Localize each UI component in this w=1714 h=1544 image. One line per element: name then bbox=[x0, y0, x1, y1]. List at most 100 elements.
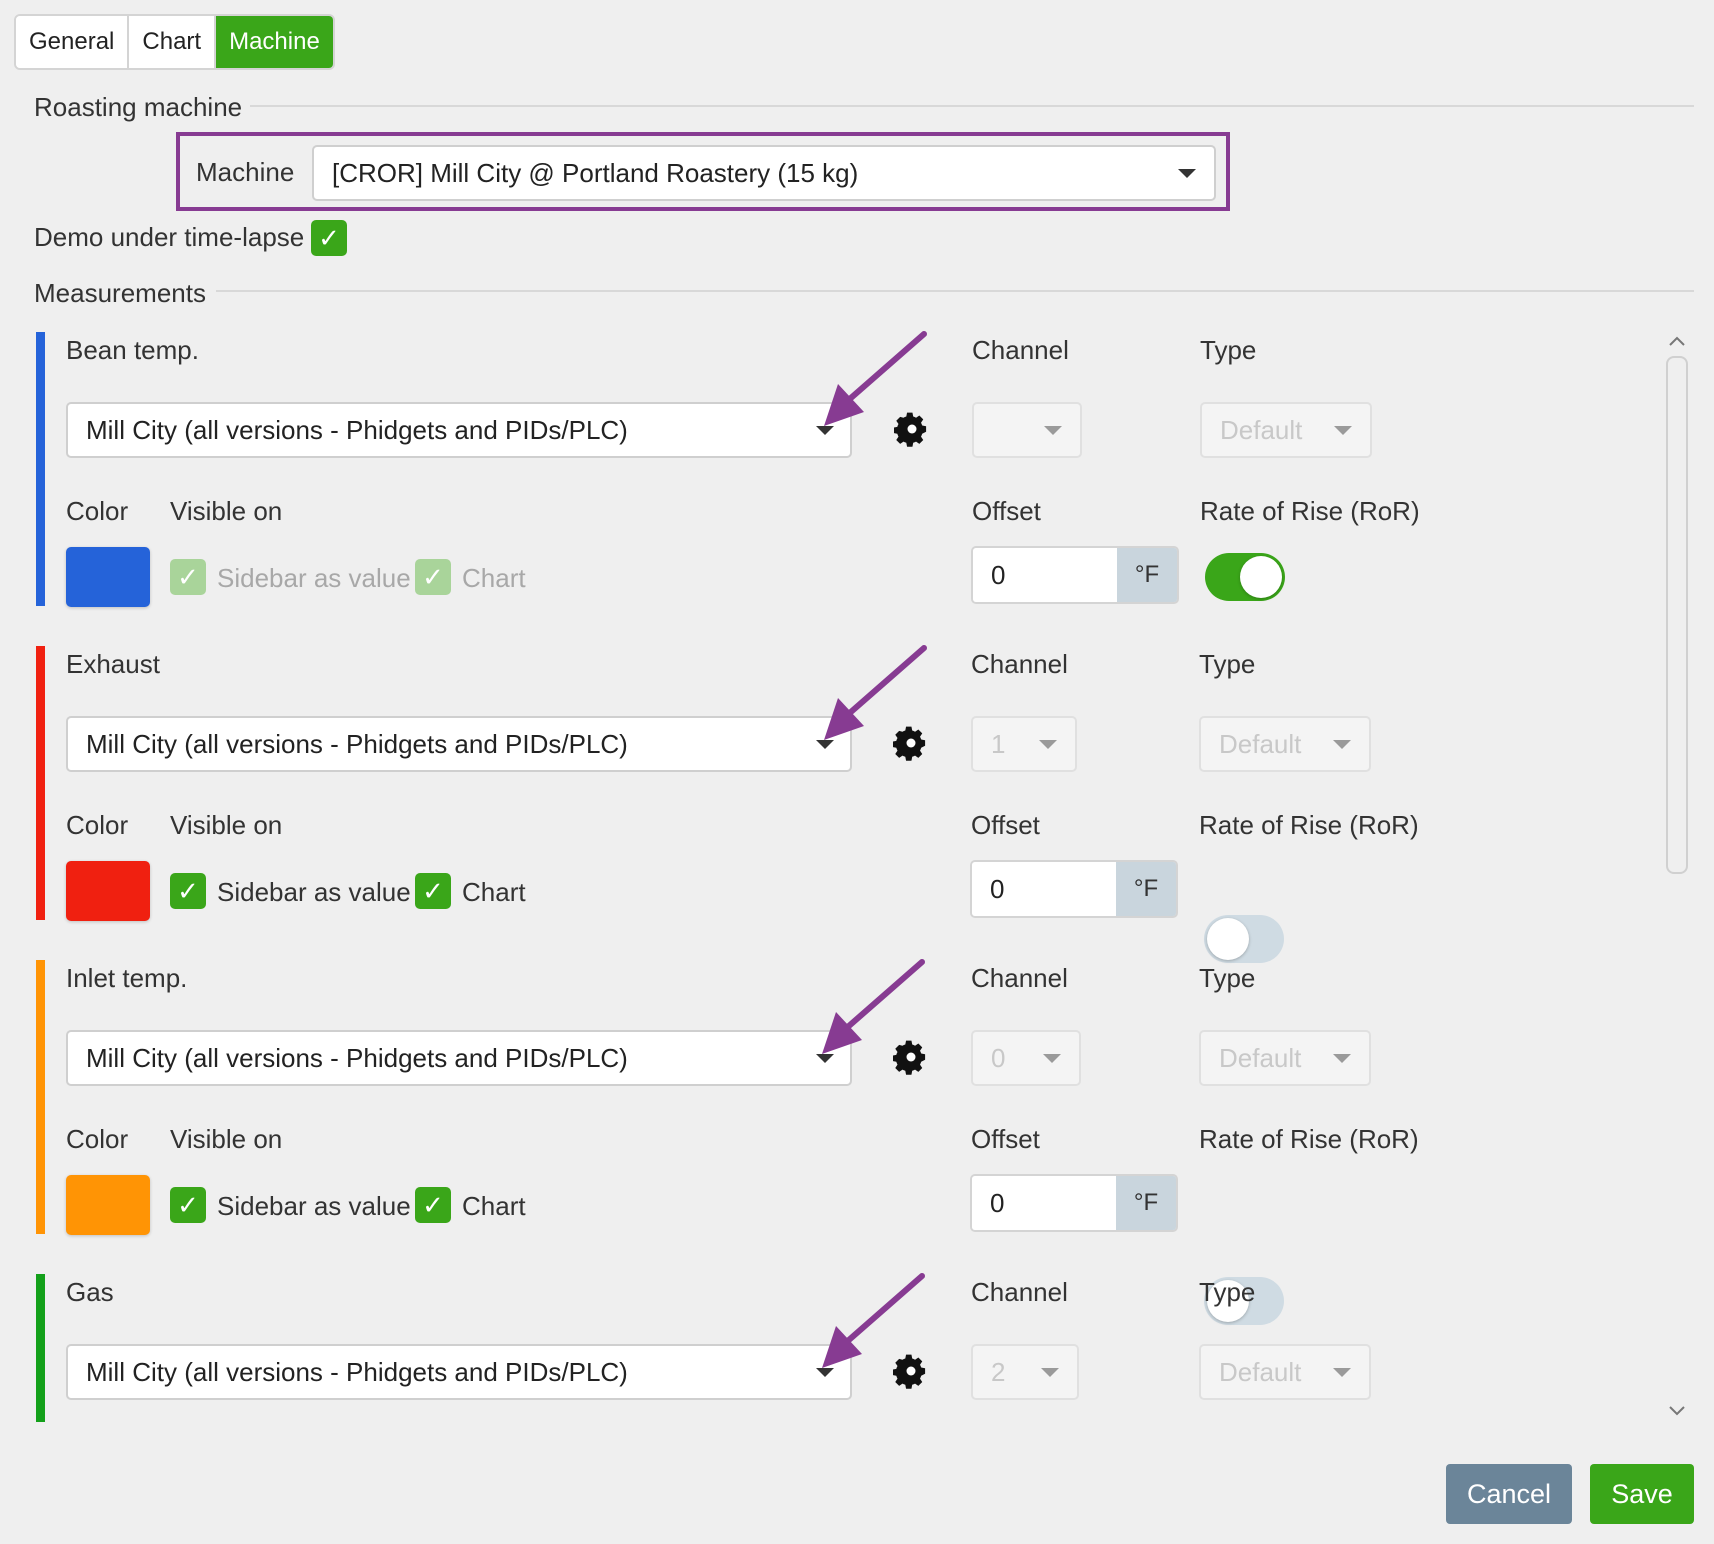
offset-input[interactable]: 0 bbox=[973, 548, 1117, 602]
gear-icon[interactable] bbox=[893, 725, 929, 761]
check-icon: ✓ bbox=[177, 876, 199, 906]
measurement-color-bar bbox=[36, 332, 45, 606]
channel-select-value: 2 bbox=[991, 1356, 1006, 1387]
tab-chart[interactable]: Chart bbox=[129, 16, 217, 68]
color-swatch[interactable] bbox=[66, 861, 150, 921]
type-label: Type bbox=[1200, 335, 1257, 365]
offset-input-group: 0 °F bbox=[970, 1174, 1178, 1232]
offset-unit: °F bbox=[1116, 1176, 1176, 1230]
channel-select[interactable]: 2 bbox=[971, 1344, 1079, 1400]
ror-toggle[interactable] bbox=[1204, 915, 1284, 963]
measurement-source-select[interactable]: Mill City (all versions - Phidgets and P… bbox=[66, 402, 852, 458]
type-select-value: Default bbox=[1219, 1042, 1302, 1073]
measurement-name: Bean temp. bbox=[66, 335, 199, 365]
offset-label: Offset bbox=[972, 496, 1041, 526]
measurement-source-value: Mill City (all versions - Phidgets and P… bbox=[86, 1356, 628, 1387]
measurement-name: Exhaust bbox=[66, 649, 160, 679]
color-label: Color bbox=[66, 810, 129, 840]
section-divider bbox=[250, 105, 1694, 107]
offset-unit: °F bbox=[1117, 548, 1177, 602]
gear-icon[interactable] bbox=[893, 1353, 929, 1389]
toggle-knob bbox=[1240, 556, 1282, 598]
toggle-knob bbox=[1207, 918, 1249, 960]
chevron-down-icon bbox=[816, 1054, 834, 1063]
visible-on-label: Visible on bbox=[170, 810, 283, 840]
section-divider bbox=[216, 290, 1694, 292]
tab-general[interactable]: General bbox=[16, 16, 130, 68]
sidebar-value-checkbox[interactable]: ✓ bbox=[170, 873, 206, 909]
demo-timelapse-checkbox[interactable]: ✓ bbox=[311, 220, 347, 256]
sidebar-value-checkbox[interactable]: ✓ bbox=[170, 559, 206, 595]
chevron-down-icon[interactable] bbox=[1668, 1404, 1686, 1418]
scrollbar-thumb[interactable] bbox=[1666, 356, 1688, 874]
measurement-source-select[interactable]: Mill City (all versions - Phidgets and P… bbox=[66, 1030, 852, 1086]
measurement-color-bar bbox=[36, 646, 45, 920]
channel-select[interactable] bbox=[972, 402, 1082, 458]
demo-timelapse-label: Demo under time-lapse bbox=[34, 222, 305, 252]
chevron-down-icon bbox=[816, 1368, 834, 1377]
chevron-down-icon bbox=[816, 740, 834, 749]
machine-label: Machine bbox=[196, 157, 295, 187]
type-select[interactable]: Default bbox=[1199, 1344, 1371, 1400]
offset-input[interactable]: 0 bbox=[972, 862, 1116, 916]
cancel-button[interactable]: Cancel bbox=[1446, 1464, 1572, 1524]
chevron-down-icon bbox=[816, 426, 834, 435]
chevron-up-icon[interactable] bbox=[1668, 334, 1686, 348]
offset-input[interactable]: 0 bbox=[972, 1176, 1116, 1230]
sidebar-value-label: Sidebar as value bbox=[217, 563, 411, 593]
channel-label: Channel bbox=[971, 1277, 1068, 1307]
chevron-down-icon bbox=[1044, 426, 1062, 435]
visible-on-label: Visible on bbox=[170, 496, 283, 526]
check-icon: ✓ bbox=[177, 1190, 199, 1220]
type-select[interactable]: Default bbox=[1199, 716, 1371, 772]
type-select[interactable]: Default bbox=[1199, 1030, 1371, 1086]
sidebar-value-label: Sidebar as value bbox=[217, 877, 411, 907]
color-label: Color bbox=[66, 496, 129, 526]
chart-label: Chart bbox=[462, 563, 526, 593]
chevron-down-icon bbox=[1333, 740, 1351, 749]
chart-label: Chart bbox=[462, 1191, 526, 1221]
save-button[interactable]: Save bbox=[1590, 1464, 1694, 1524]
chart-checkbox[interactable]: ✓ bbox=[415, 1187, 451, 1223]
offset-label: Offset bbox=[971, 1124, 1040, 1154]
type-select[interactable]: Default bbox=[1200, 402, 1372, 458]
measurement-color-bar bbox=[36, 960, 45, 1234]
type-select-value: Default bbox=[1219, 1356, 1302, 1387]
color-swatch[interactable] bbox=[66, 1175, 150, 1235]
sidebar-value-checkbox[interactable]: ✓ bbox=[170, 1187, 206, 1223]
measurement-name: Inlet temp. bbox=[66, 963, 188, 993]
check-icon: ✓ bbox=[422, 1190, 444, 1220]
channel-select[interactable]: 0 bbox=[971, 1030, 1081, 1086]
tab-machine[interactable]: Machine bbox=[216, 16, 333, 68]
gear-icon[interactable] bbox=[893, 1039, 929, 1075]
type-select-value: Default bbox=[1219, 728, 1302, 759]
measurements-section-title: Measurements bbox=[34, 278, 206, 308]
offset-input-group: 0 °F bbox=[970, 860, 1178, 918]
machine-select[interactable]: [CROR] Mill City @ Portland Roastery (15… bbox=[312, 145, 1216, 201]
color-swatch[interactable] bbox=[66, 547, 150, 607]
channel-select[interactable]: 1 bbox=[971, 716, 1077, 772]
color-label: Color bbox=[66, 1124, 129, 1154]
ror-label: Rate of Rise (RoR) bbox=[1200, 496, 1420, 526]
measurement-source-select[interactable]: Mill City (all versions - Phidgets and P… bbox=[66, 716, 852, 772]
type-label: Type bbox=[1199, 1277, 1256, 1307]
measurement-color-bar bbox=[36, 1274, 45, 1422]
chevron-down-icon bbox=[1334, 426, 1352, 435]
measurement-source-value: Mill City (all versions - Phidgets and P… bbox=[86, 414, 628, 445]
channel-label: Channel bbox=[971, 649, 1068, 679]
channel-label: Channel bbox=[972, 335, 1069, 365]
chart-checkbox[interactable]: ✓ bbox=[415, 873, 451, 909]
measurement-source-select[interactable]: Mill City (all versions - Phidgets and P… bbox=[66, 1344, 852, 1400]
chevron-down-icon bbox=[1041, 1368, 1059, 1377]
chart-label: Chart bbox=[462, 877, 526, 907]
check-icon: ✓ bbox=[422, 876, 444, 906]
ror-label: Rate of Rise (RoR) bbox=[1199, 1124, 1419, 1154]
check-icon: ✓ bbox=[422, 562, 444, 592]
offset-label: Offset bbox=[971, 810, 1040, 840]
measurement-name: Gas bbox=[66, 1277, 114, 1307]
ror-toggle[interactable] bbox=[1205, 553, 1285, 601]
offset-unit: °F bbox=[1116, 862, 1176, 916]
gear-icon[interactable] bbox=[894, 411, 930, 447]
chevron-down-icon bbox=[1178, 169, 1196, 178]
chart-checkbox[interactable]: ✓ bbox=[415, 559, 451, 595]
